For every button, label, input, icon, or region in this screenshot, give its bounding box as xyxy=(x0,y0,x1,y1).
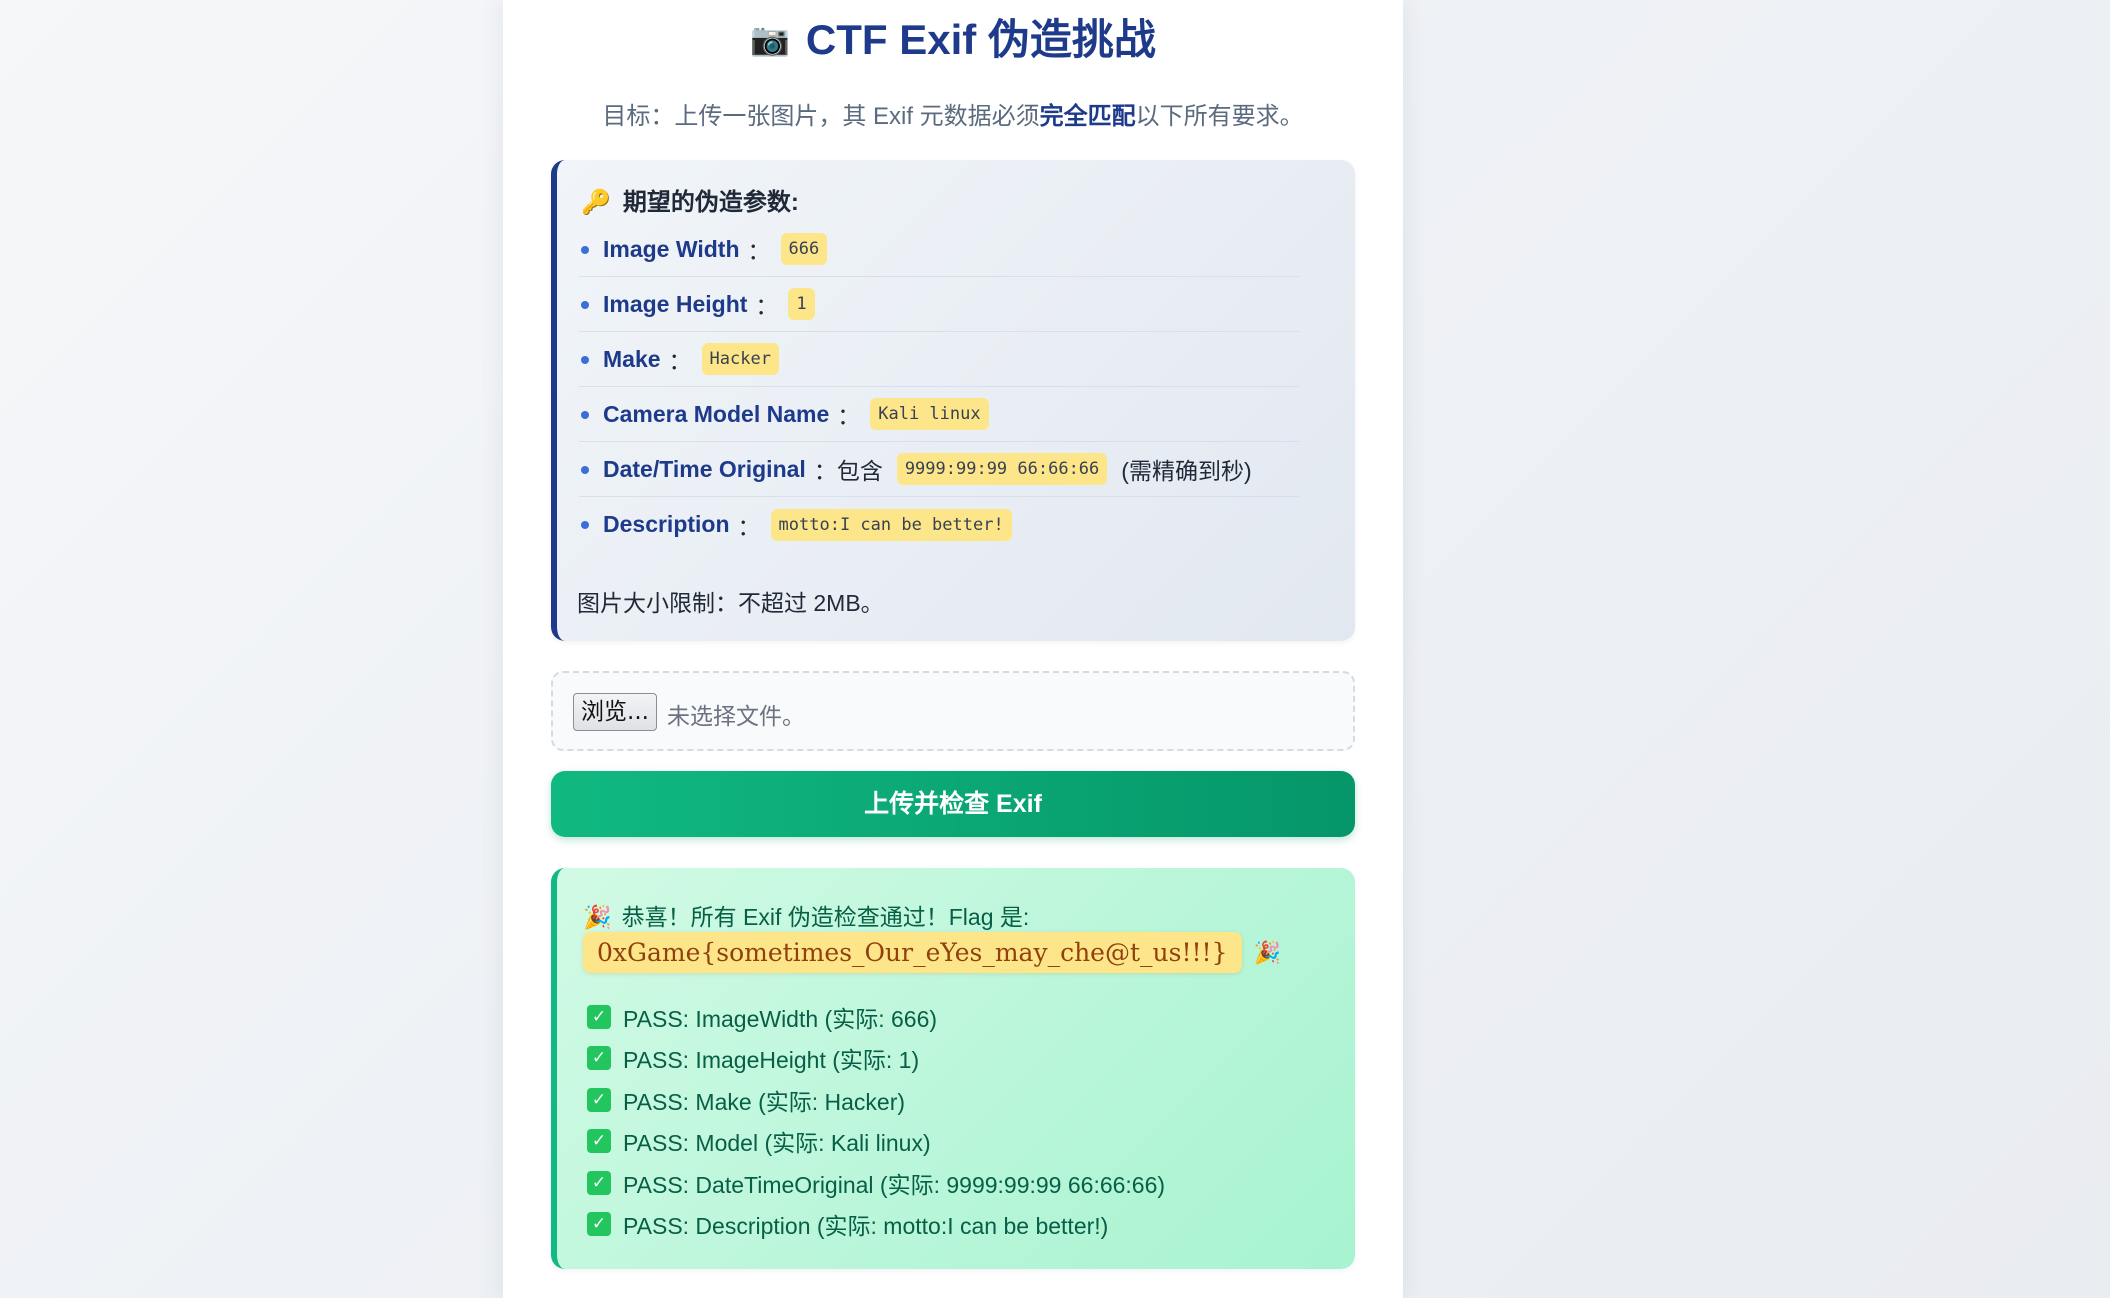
check-result-item: ✓ PASS: Description (实际: motto:I can be b… xyxy=(587,1204,1165,1246)
bullet-icon xyxy=(581,356,589,364)
party-popper-icon: 🎉 xyxy=(583,904,612,930)
key-icon: 🔑 xyxy=(581,189,611,216)
check-result-item: ✓ PASS: ImageWidth (实际: 666) xyxy=(587,996,1165,1038)
requirement-value: Hacker xyxy=(701,343,779,375)
requirement-separator: ： xyxy=(755,293,779,319)
check-mark-icon: ✓ xyxy=(587,1129,611,1154)
browse-button[interactable]: 浏览... xyxy=(573,693,657,731)
camera-icon: 📷 xyxy=(750,21,790,57)
check-result-item: ✓ PASS: Model (实际: Kali linux) xyxy=(587,1121,1165,1163)
check-result-text: PASS: Description (实际: motto:I can be be… xyxy=(623,1213,1109,1240)
bullet-icon xyxy=(581,521,589,529)
requirement-item: Make ： Hacker xyxy=(579,332,1299,387)
check-result-item: ✓ PASS: Make (实际: Hacker) xyxy=(587,1079,1165,1121)
requirement-separator: ： xyxy=(747,238,771,264)
requirements-heading: 🔑 期望的伪造参数: xyxy=(581,182,799,217)
requirements-heading-text: 期望的伪造参数: xyxy=(622,189,799,216)
check-result-text: PASS: DateTimeOriginal (实际: 9999:99:99 6… xyxy=(623,1171,1166,1198)
requirement-separator: ： xyxy=(813,458,837,484)
check-mark-icon: ✓ xyxy=(587,1212,611,1237)
size-limit-note: 图片大小限制：不超过 2MB。 xyxy=(577,590,884,616)
check-result-text: PASS: ImageWidth (实际: 666) xyxy=(623,1005,938,1032)
check-mark-icon: ✓ xyxy=(587,1046,611,1071)
result-panel: 🎉 恭喜！所有 Exif 伪造检查通过！Flag 是: 0xGame{someti… xyxy=(551,868,1355,1269)
check-results-list: ✓ PASS: ImageWidth (实际: 666) ✓ PASS: Image… xyxy=(587,996,1165,1245)
requirement-item: Image Height ： 1 xyxy=(579,277,1299,332)
requirement-item: Description ： motto:I can be better! xyxy=(579,497,1299,552)
bullet-icon xyxy=(581,466,589,474)
page-subtitle: 目标：上传一张图片，其 Exif 元数据必须完全匹配以下所有要求。 xyxy=(503,96,1403,131)
requirement-label: Camera Model Name xyxy=(603,400,830,427)
requirement-item: Date/Time Original ：包含 9999:99:99 66:66:66… xyxy=(579,442,1299,497)
file-status-text: 未选择文件。 xyxy=(667,703,805,729)
party-popper-icon: 🎉 xyxy=(1253,939,1281,965)
subtitle-suffix: 以下所有要求。 xyxy=(1135,103,1304,130)
flag-row: 0xGame{sometimes_Our_eYes_may_che@t_us!!… xyxy=(583,932,1281,973)
check-result-item: ✓ PASS: DateTimeOriginal (实际: 9999:99:99 … xyxy=(587,1162,1165,1204)
upload-check-button[interactable]: 上传并检查 Exif xyxy=(551,771,1355,837)
check-mark-icon: ✓ xyxy=(587,1087,611,1112)
requirement-item: Camera Model Name ： Kali linux xyxy=(579,387,1299,442)
flag-value: 0xGame{sometimes_Our_eYes_may_che@t_us!!… xyxy=(583,932,1242,973)
success-message-text: 恭喜！所有 Exif 伪造检查通过！Flag 是: xyxy=(621,904,1030,930)
requirements-list: Image Width ： 666 Image Height ： 1 Make ： Hack… xyxy=(579,222,1299,552)
bullet-icon xyxy=(581,411,589,419)
requirement-value: 1 xyxy=(788,288,815,320)
requirement-separator: ： xyxy=(668,348,692,374)
check-result-text: PASS: ImageHeight (实际: 1) xyxy=(623,1047,920,1074)
requirement-note: (需精确到秒) xyxy=(1121,458,1252,484)
success-message: 🎉 恭喜！所有 Exif 伪造检查通过！Flag 是: xyxy=(583,898,1029,932)
requirement-item: Image Width ： 666 xyxy=(579,222,1299,277)
subtitle-prefix: 目标：上传一张图片，其 Exif 元数据必须 xyxy=(602,103,1040,130)
page-title: 📷 CTF Exif 伪造挑战 xyxy=(503,6,1403,67)
check-mark-icon: ✓ xyxy=(587,1170,611,1195)
requirement-prefix: 包含 xyxy=(836,458,883,484)
requirement-label: Image Height xyxy=(603,290,748,317)
requirement-value: Kali linux xyxy=(870,398,989,430)
bullet-icon xyxy=(581,246,589,254)
requirement-separator: ： xyxy=(737,513,761,540)
check-result-text: PASS: Model (实际: Kali linux) xyxy=(623,1130,931,1157)
requirement-value: 666 xyxy=(780,233,828,265)
requirement-label: Make xyxy=(603,345,661,372)
requirement-value: 9999:99:99 66:66:66 xyxy=(896,453,1108,485)
requirement-label: Date/Time Original xyxy=(603,455,806,482)
page-title-text: CTF Exif 伪造挑战 xyxy=(805,16,1156,63)
file-input-area[interactable]: 浏览... 未选择文件。 xyxy=(551,671,1355,751)
check-result-text: PASS: Make (实际: Hacker) xyxy=(623,1088,906,1115)
requirement-value: motto:I can be better! xyxy=(770,508,1012,541)
bullet-icon xyxy=(581,301,589,309)
check-mark-icon: ✓ xyxy=(587,1004,611,1029)
requirements-panel: 🔑 期望的伪造参数: Image Width ： 666 Image Height ： 1… xyxy=(551,160,1355,641)
subtitle-emphasis: 完全匹配 xyxy=(1039,103,1136,130)
requirement-label: Description xyxy=(603,511,730,537)
requirement-separator: ： xyxy=(837,403,861,429)
challenge-card: 📷 CTF Exif 伪造挑战 目标：上传一张图片，其 Exif 元数据必须完全匹… xyxy=(503,0,1403,1298)
requirement-label: Image Width xyxy=(603,235,740,262)
check-result-item: ✓ PASS: ImageHeight (实际: 1) xyxy=(587,1038,1165,1080)
